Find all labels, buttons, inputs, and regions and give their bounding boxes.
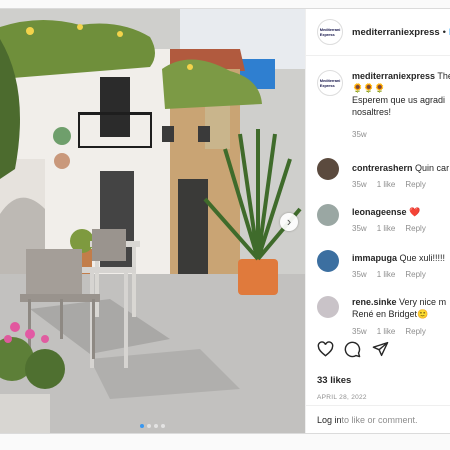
comment-likes[interactable]: 1 like	[377, 270, 396, 279]
brand-logo-text: Mediterrani Express	[319, 27, 341, 37]
post-date: APRIL 28, 2022	[317, 394, 367, 401]
reply-button[interactable]: Reply	[405, 270, 425, 279]
post-photo[interactable]: ›	[0, 9, 305, 433]
terrace-photo-image	[0, 9, 305, 433]
share-icon[interactable]	[372, 341, 389, 357]
carousel-dots	[0, 415, 305, 433]
post-header: Mediterrani Express mediterraniexpress • …	[306, 9, 450, 56]
caption-age: 35w	[352, 130, 367, 139]
chevron-right-icon: ›	[286, 214, 292, 229]
comment-icon[interactable]	[344, 341, 361, 358]
login-prompt: Log in to like or comment.	[306, 405, 450, 433]
carousel-dot	[147, 424, 151, 428]
caption-text-1: The	[437, 71, 450, 81]
header-username[interactable]: mediterraniexpress	[352, 27, 440, 38]
post-frame: › Mediterrani Express mediterraniexpress …	[0, 8, 450, 434]
caption-emojis: 🌻🌻🌻	[352, 83, 386, 93]
action-bar	[317, 341, 447, 361]
caption-avatar[interactable]: Mediterrani Express	[317, 70, 343, 96]
comment-likes[interactable]: 1 like	[377, 180, 396, 189]
next-photo-button[interactable]: ›	[280, 213, 298, 231]
carousel-dot-active	[140, 424, 144, 428]
comment-text: Que xuli!!!!!	[399, 253, 446, 263]
comment-age: 35w	[352, 224, 367, 233]
comment-username[interactable]: rene.sinke	[352, 297, 397, 307]
avatar[interactable]	[317, 204, 339, 226]
avatar[interactable]	[317, 158, 339, 180]
heart-icon[interactable]	[317, 341, 334, 357]
brand-logo-text: Mediterrani Express	[319, 78, 341, 88]
carousel-dot	[154, 424, 158, 428]
reply-button[interactable]: Reply	[405, 224, 425, 233]
avatar[interactable]: Mediterrani Express	[317, 19, 343, 45]
heart-emoji: ❤️	[409, 207, 421, 217]
comment-text: Quin car	[415, 163, 450, 173]
reply-button[interactable]: Reply	[405, 327, 425, 336]
carousel-dot	[161, 424, 165, 428]
comment-age: 35w	[352, 270, 367, 279]
comment-text: Very nice m	[399, 297, 447, 307]
likes-count[interactable]: 33 likes	[317, 375, 351, 386]
comment-username[interactable]: leonageense	[352, 207, 407, 217]
comment-username[interactable]: immapuga	[352, 253, 397, 263]
caption-username[interactable]: mediterraniexpress	[352, 71, 435, 81]
header-separator: •	[442, 26, 446, 38]
comment-likes[interactable]: 1 like	[377, 224, 396, 233]
comment-age: 35w	[352, 180, 367, 189]
comment-likes[interactable]: 1 like	[377, 327, 396, 336]
login-link[interactable]: Log in	[317, 415, 342, 425]
comment-text-2: René en Bridget🙂	[352, 309, 429, 319]
login-text: to like or comment.	[341, 415, 418, 425]
comment-username[interactable]: contrerashern	[352, 163, 413, 173]
post-sidebar: Mediterrani Express mediterraniexpress • …	[305, 9, 450, 433]
caption-text-3: Esperem que us agradi	[352, 95, 446, 105]
caption-text-4: nosaltres!	[352, 107, 392, 117]
comments-list[interactable]: Mediterrani Express mediterraniexpress Th…	[306, 56, 450, 336]
reply-button[interactable]: Reply	[405, 180, 425, 189]
comment-age: 35w	[352, 327, 367, 336]
avatar[interactable]	[317, 296, 339, 318]
avatar[interactable]	[317, 250, 339, 272]
